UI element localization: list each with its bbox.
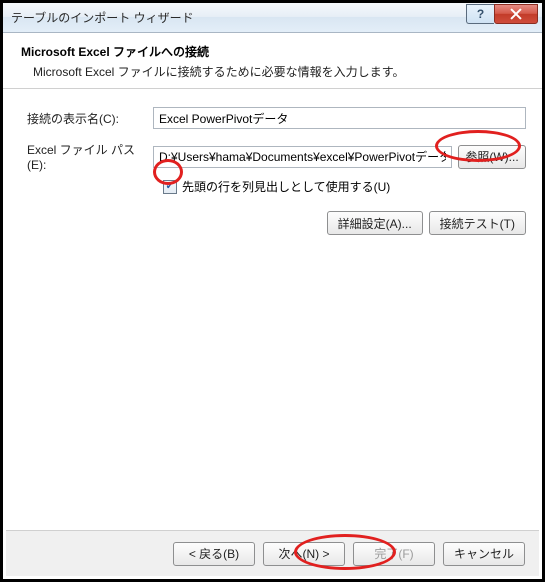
wizard-footer: < 戻る(B) 次へ(N) > 完了(F) キャンセル	[6, 530, 539, 576]
close-button[interactable]	[494, 4, 538, 24]
file-path-row: Excel ファイル パス(E): 参照(W)...	[27, 141, 526, 172]
file-path-label: Excel ファイル パス(E):	[27, 141, 153, 172]
header-description: Microsoft Excel ファイルに接続するために必要な情報を入力します。	[21, 63, 524, 80]
dialog-window: テーブルのインポート ウィザード ? Microsoft Excel ファイルへ…	[0, 0, 545, 582]
browse-button[interactable]: 参照(W)...	[458, 145, 526, 169]
next-button[interactable]: 次へ(N) >	[263, 542, 345, 566]
friendly-name-row: 接続の表示名(C):	[27, 107, 526, 129]
first-row-header-row: 先頭の行を列見出しとして使用する(U)	[163, 178, 526, 195]
back-button[interactable]: < 戻る(B)	[173, 542, 255, 566]
close-icon	[510, 8, 521, 19]
first-row-header-label: 先頭の行を列見出しとして使用する(U)	[182, 178, 390, 195]
wizard-body: 接続の表示名(C): Excel ファイル パス(E): 参照(W)... 先頭…	[3, 89, 542, 241]
advanced-button[interactable]: 詳細設定(A)...	[327, 211, 423, 235]
window-title: テーブルのインポート ウィザード	[11, 9, 466, 26]
file-path-input[interactable]	[153, 146, 452, 168]
header-title: Microsoft Excel ファイルへの接続	[21, 43, 524, 60]
test-connection-button[interactable]: 接続テスト(T)	[429, 211, 526, 235]
finish-button[interactable]: 完了(F)	[353, 542, 435, 566]
help-button[interactable]: ?	[466, 4, 494, 24]
friendly-name-input[interactable]	[153, 107, 526, 129]
friendly-name-label: 接続の表示名(C):	[27, 110, 153, 127]
options-row: 詳細設定(A)... 接続テスト(T)	[27, 211, 526, 235]
title-bar: テーブルのインポート ウィザード ?	[3, 3, 542, 33]
cancel-button[interactable]: キャンセル	[443, 542, 525, 566]
first-row-header-checkbox[interactable]	[163, 180, 177, 194]
help-icon: ?	[477, 7, 484, 21]
wizard-header: Microsoft Excel ファイルへの接続 Microsoft Excel…	[3, 33, 542, 89]
